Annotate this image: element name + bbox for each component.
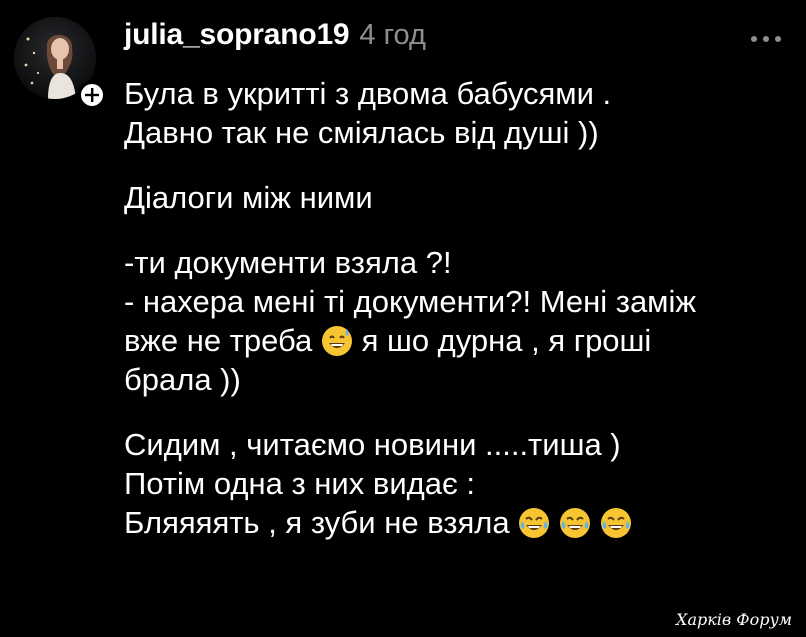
paragraph: Діалоги між ними — [124, 178, 784, 217]
follow-button[interactable] — [78, 81, 106, 109]
avatar-wrap[interactable] — [14, 17, 106, 109]
comment-line: Сидим , читаємо новини .....тиша ) — [124, 427, 621, 462]
comment-line: Потім одна з них видає : — [124, 466, 476, 501]
comment-text: я шо дурна , я гроші — [361, 323, 652, 358]
comment-line: брала )) — [124, 362, 241, 397]
comment-body: Була в укритті з двома бабусями . Давно … — [124, 74, 784, 568]
more-options-button[interactable] — [746, 32, 786, 46]
grinning-sweat-emoji — [321, 325, 353, 366]
comment-text: вже не треба — [124, 323, 313, 358]
more-dots-icon — [751, 36, 781, 42]
tears-of-joy-emoji — [600, 507, 632, 548]
comment-line: Була в укритті з двома бабусями . — [124, 76, 612, 111]
tears-of-joy-emoji — [518, 507, 550, 548]
timestamp: 4 год — [359, 19, 426, 51]
comment-text: Бляяяять , я зуби не взяла — [124, 505, 510, 540]
watermark: Харків Форум — [676, 610, 792, 629]
comment-line: -ти документи взяла ?! — [124, 245, 452, 280]
comment-line: - нахера мені ті документи?! Мені заміж — [124, 284, 697, 319]
comment-line: Давно так не сміялась від душі )) — [124, 115, 599, 150]
paragraph: Була в укритті з двома бабусями . Давно … — [124, 74, 784, 152]
comment-line: вже не треба я шо дурна , я гроші — [124, 321, 784, 360]
comment-line: Бляяяять , я зуби не взяла — [124, 503, 784, 542]
tears-of-joy-emoji — [559, 507, 591, 548]
paragraph: Сидим , читаємо новини .....тиша ) Потім… — [124, 425, 784, 542]
comment-line: Діалоги між ними — [124, 180, 373, 215]
paragraph: -ти документи взяла ?! - нахера мені ті … — [124, 243, 784, 399]
plus-icon — [85, 88, 99, 102]
comment-header: julia_soprano19 4 год — [124, 18, 426, 54]
username[interactable]: julia_soprano19 — [124, 18, 350, 52]
